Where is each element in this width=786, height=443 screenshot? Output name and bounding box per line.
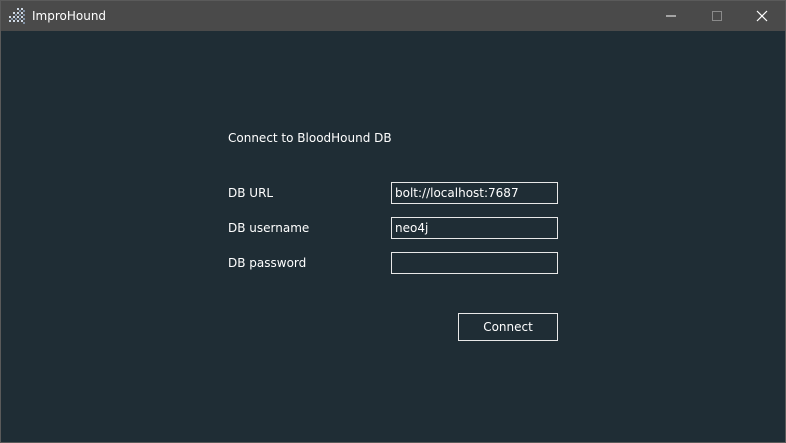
minimize-icon bbox=[666, 15, 676, 17]
connect-form: Connect to BloodHound DB DB URL DB usern… bbox=[1, 31, 785, 442]
db-username-input[interactable] bbox=[391, 217, 558, 239]
maximize-button[interactable] bbox=[694, 1, 740, 31]
maximize-icon bbox=[712, 11, 722, 21]
db-url-label: DB URL bbox=[228, 186, 274, 200]
app-window: ImproHound Connect to BloodHound DB DB U… bbox=[0, 0, 786, 443]
db-username-label: DB username bbox=[228, 221, 310, 235]
close-icon bbox=[756, 10, 768, 22]
db-password-label: DB password bbox=[228, 256, 307, 270]
db-password-input[interactable] bbox=[391, 252, 558, 274]
app-logo-icon bbox=[9, 8, 25, 24]
window-title: ImproHound bbox=[32, 9, 107, 23]
minimize-button[interactable] bbox=[648, 1, 694, 31]
form-heading: Connect to BloodHound DB bbox=[228, 131, 392, 145]
title-bar[interactable]: ImproHound bbox=[1, 1, 785, 31]
connect-button[interactable]: Connect bbox=[458, 313, 558, 341]
close-button[interactable] bbox=[739, 1, 785, 31]
db-url-input[interactable] bbox=[391, 182, 558, 204]
